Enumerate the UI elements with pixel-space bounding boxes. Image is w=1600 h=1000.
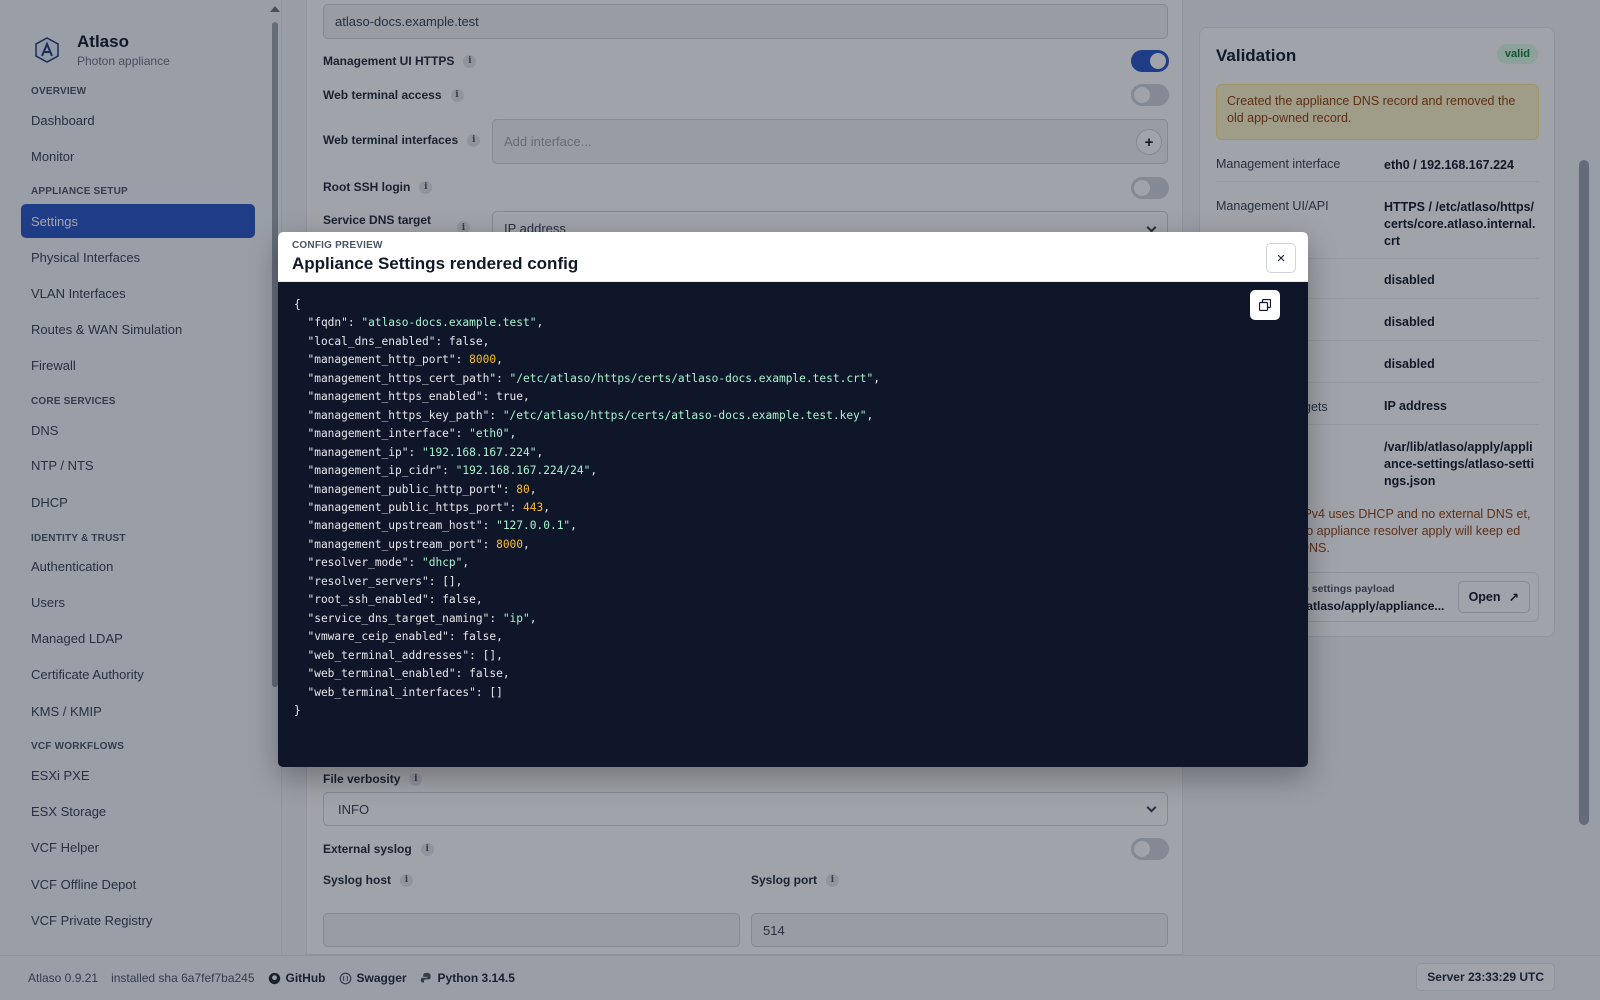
code-value: false xyxy=(469,667,503,681)
code-line: "management_upstream_port": 8000, xyxy=(294,537,530,551)
close-icon: × xyxy=(1276,249,1286,267)
code-key: "management_https_cert_path": xyxy=(294,371,510,385)
code-line: "management_interface": "eth0", xyxy=(294,427,517,441)
code-line: "root_ssh_enabled": false, xyxy=(294,593,483,607)
code-value: 80 xyxy=(516,482,530,496)
code-line: "service_dns_target_naming": "ip", xyxy=(294,611,537,625)
code-key: "vmware_ceip_enabled": xyxy=(294,630,463,644)
code-key: "root_ssh_enabled": xyxy=(294,593,443,607)
config-preview-modal: CONFIG PREVIEW Appliance Settings render… xyxy=(278,232,1308,767)
code-key: "web_terminal_addresses": xyxy=(294,648,483,662)
code-line: "web_terminal_addresses": [], xyxy=(294,648,503,662)
close-button[interactable]: × xyxy=(1266,243,1296,273)
code-key: "service_dns_target_naming": xyxy=(294,611,503,625)
code-key: "fqdn": xyxy=(294,316,362,330)
code-value: 443 xyxy=(523,500,544,514)
code-value: "127.0.0.1" xyxy=(496,519,571,533)
code-key: "web_terminal_enabled": xyxy=(294,667,470,681)
code-key: "management_ip": xyxy=(294,445,422,459)
code-key: "management_upstream_port": xyxy=(294,537,497,551)
modal-header: CONFIG PREVIEW Appliance Settings render… xyxy=(278,232,1308,282)
code-line: "management_https_enabled": true, xyxy=(294,390,530,404)
copy-icon xyxy=(1259,299,1271,311)
code-value: false xyxy=(448,334,483,348)
code-line: "vmware_ceip_enabled": false, xyxy=(294,630,503,644)
config-code-block[interactable]: { "fqdn": "atlaso-docs.example.test", "l… xyxy=(294,296,1254,720)
code-line: "management_public_https_port": 443, xyxy=(294,500,550,514)
code-value: "192.168.167.224" xyxy=(421,445,537,459)
modal-kicker: CONFIG PREVIEW xyxy=(292,240,383,251)
code-line: "management_public_http_port": 80, xyxy=(294,482,537,496)
code-key: "web_terminal_interfaces": xyxy=(294,685,490,699)
code-value: [] xyxy=(442,574,456,588)
code-key: "management_http_port": xyxy=(294,353,470,367)
code-line: "management_http_port": 8000, xyxy=(294,353,503,367)
copy-button[interactable] xyxy=(1250,290,1280,320)
code-value: false xyxy=(442,593,476,607)
code-line: "web_terminal_interfaces": [] xyxy=(294,684,1254,702)
code-key: "resolver_mode": xyxy=(294,556,422,570)
code-line: { xyxy=(294,298,301,311)
code-line: "local_dns_enabled": false, xyxy=(294,334,490,348)
code-value: [] xyxy=(482,648,497,662)
code-value: true xyxy=(496,390,524,404)
code-key: "management_public_http_port": xyxy=(294,482,517,496)
code-line: "management_https_cert_path": "/etc/atla… xyxy=(294,371,881,385)
code-key: "management_public_https_port": xyxy=(294,500,524,514)
code-key: "management_https_enabled": xyxy=(294,390,497,404)
code-value: [] xyxy=(489,685,503,699)
code-line: "management_https_key_path": "/etc/atlas… xyxy=(294,408,874,422)
code-line: "resolver_servers": [], xyxy=(294,574,463,588)
code-value: "atlaso-docs.example.test" xyxy=(361,316,537,330)
code-line: "management_upstream_host": "127.0.0.1", xyxy=(294,519,577,533)
code-key: "management_interface": xyxy=(294,427,470,441)
code-value: "dhcp" xyxy=(421,556,463,570)
code-key: "management_https_key_path": xyxy=(294,408,503,422)
code-value: "ip" xyxy=(502,611,530,625)
code-key: "resolver_servers": xyxy=(294,574,443,588)
code-value: "/etc/atlaso/https/certs/atlaso-docs.exa… xyxy=(502,408,867,422)
code-value: 8000 xyxy=(469,353,497,367)
code-line: "management_ip_cidr": "192.168.167.224/2… xyxy=(294,464,598,478)
code-key: "local_dns_enabled": xyxy=(294,334,449,348)
code-line: } xyxy=(294,703,301,717)
code-value: false xyxy=(462,630,497,644)
code-key: "management_upstream_host": xyxy=(294,519,497,533)
code-value: 8000 xyxy=(496,537,524,551)
code-line: "web_terminal_enabled": false, xyxy=(294,667,510,681)
code-value: "/etc/atlaso/https/certs/atlaso-docs.exa… xyxy=(509,371,874,385)
code-line: "management_ip": "192.168.167.224", xyxy=(294,445,544,459)
code-line: "resolver_mode": "dhcp", xyxy=(294,556,470,570)
code-value: "192.168.167.224/24" xyxy=(455,464,591,478)
code-line: "fqdn": "atlaso-docs.example.test", xyxy=(294,316,544,330)
code-key: "management_ip_cidr": xyxy=(294,464,456,478)
modal-title: Appliance Settings rendered config xyxy=(292,254,579,273)
code-value: "eth0" xyxy=(469,427,510,441)
